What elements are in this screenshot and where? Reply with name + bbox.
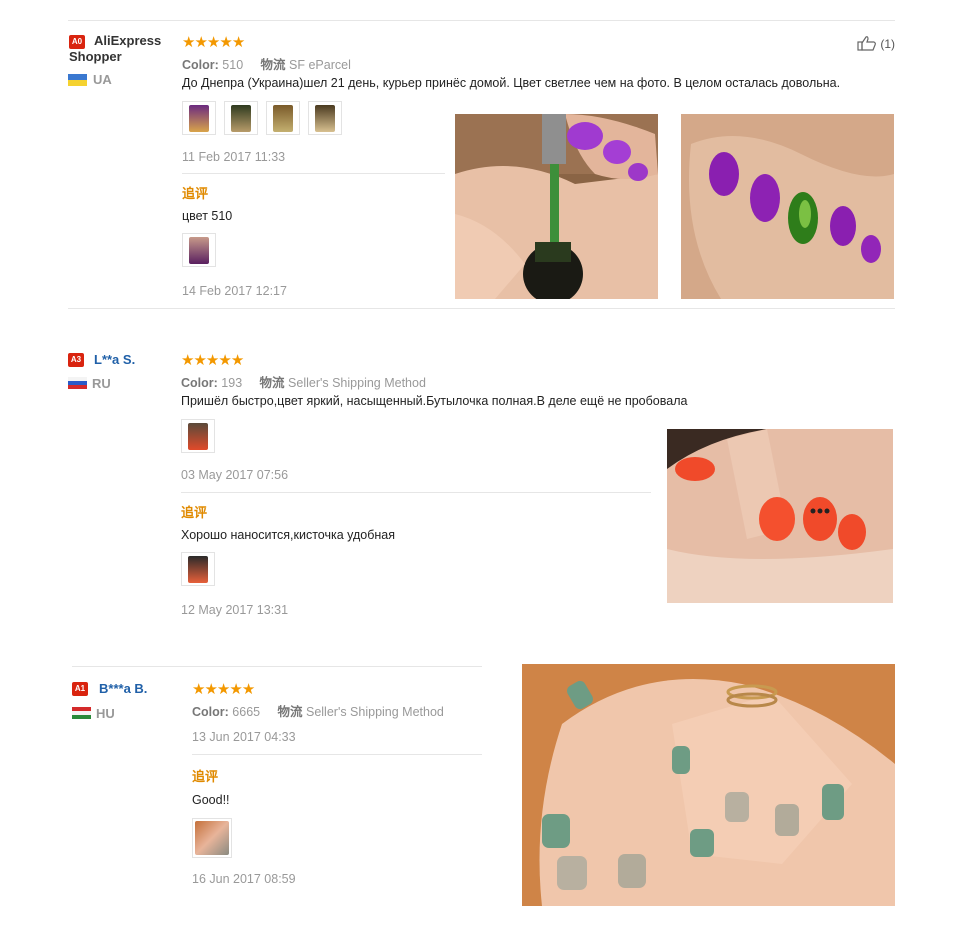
review-divider (72, 666, 482, 667)
flag-ru-icon (68, 377, 87, 389)
followup-label: 追评 (192, 769, 219, 784)
followup-date: 16 Jun 2017 08:59 (192, 872, 296, 886)
review-photo[interactable] (681, 114, 894, 299)
followup-thumbnail[interactable] (192, 818, 232, 858)
buyer-country: RU (92, 376, 111, 391)
followup-thumbnail[interactable] (181, 552, 215, 586)
shipping-label: 物流 (277, 705, 303, 719)
followup-divider (182, 173, 445, 174)
review-thumbnail[interactable] (224, 101, 258, 135)
helpful-button[interactable]: (1) (857, 35, 895, 51)
buyer-country: UA (93, 72, 112, 87)
color-value: 6665 (232, 705, 261, 719)
followup-text: цвет 510 (182, 209, 233, 223)
color-value: 193 (221, 376, 243, 390)
followup-thumbnail[interactable] (182, 233, 216, 267)
followup-date: 14 Feb 2017 12:17 (182, 284, 287, 298)
shipping-value: Seller's Shipping Method (288, 376, 426, 390)
review-photo[interactable] (667, 429, 893, 603)
color-value: 510 (222, 58, 244, 72)
followup-divider (192, 754, 482, 755)
review-thumbnail[interactable] (182, 101, 216, 135)
review-date: 13 Jun 2017 04:33 (192, 730, 296, 744)
followup-label: 追评 (182, 186, 209, 201)
rating-stars: ★★★★★ (181, 352, 244, 369)
shipping-value: Seller's Shipping Method (305, 705, 444, 719)
thumbs-up-icon (857, 36, 876, 51)
review-thumbnail[interactable] (308, 101, 342, 135)
shipping-label: 物流 (259, 376, 285, 390)
buyer-name[interactable]: AliExpress Shopper (69, 33, 169, 65)
color-label: Color: (182, 58, 219, 72)
review-divider (68, 308, 895, 309)
review-divider (68, 20, 895, 21)
followup-label: 追评 (181, 505, 208, 520)
shipping-label: 物流 (260, 58, 286, 72)
order-info: Color: 193 物流 Seller's Shipping Method (181, 372, 426, 391)
review-thumbnail[interactable] (181, 419, 215, 453)
shipping-value: SF eParcel (289, 58, 351, 72)
review-photo[interactable] (455, 114, 658, 299)
color-label: Color: (181, 376, 218, 390)
helpful-count: (1) (880, 37, 896, 51)
review-text: Пришёл быстро,цвет яркий, насыщенный.Бут… (181, 394, 688, 408)
followup-divider (181, 492, 651, 493)
flag-hu-icon (72, 707, 91, 719)
buyer-level-badge: A1 (72, 682, 88, 696)
review-thumbnail[interactable] (266, 101, 300, 135)
followup-date: 12 May 2017 13:31 (181, 603, 289, 617)
review-date: 03 May 2017 07:56 (181, 468, 289, 482)
flag-ua-icon (68, 74, 87, 86)
buyer-level-badge: A3 (68, 353, 84, 367)
rating-stars: ★★★★★ (192, 681, 255, 698)
rating-stars: ★★★★★ (182, 34, 245, 51)
buyer-name[interactable]: L**a S. (94, 352, 135, 367)
order-info: Color: 510 物流 SF eParcel (182, 54, 351, 73)
followup-text: Good!! (192, 793, 230, 807)
buyer-country: HU (96, 706, 115, 721)
order-info: Color: 6665 物流 Seller's Shipping Method (192, 701, 444, 720)
review-date: 11 Feb 2017 11:33 (182, 150, 286, 164)
color-label: Color: (192, 705, 229, 719)
buyer-name[interactable]: B***a B. (99, 681, 147, 696)
review-photo[interactable] (522, 664, 895, 906)
followup-text: Хорошо наносится,кисточка удобная (181, 528, 396, 542)
review-text: До Днепра (Украина)шел 21 день, курьер п… (182, 76, 841, 90)
